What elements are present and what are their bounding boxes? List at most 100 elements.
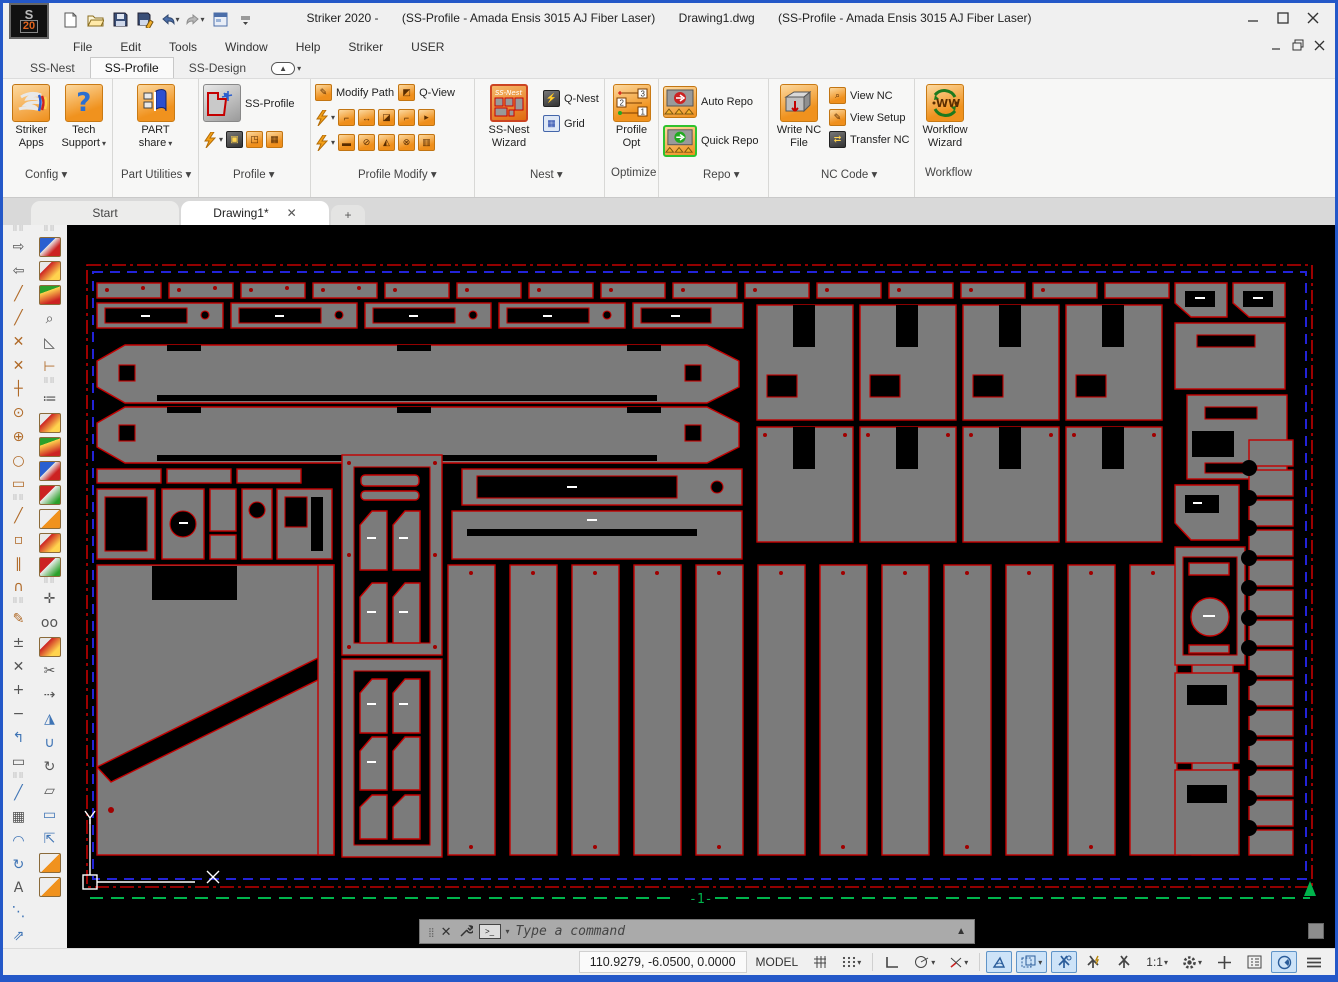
ss-nest-wizard-button[interactable]: SS-Nest SS-Nest Wizard — [479, 84, 539, 179]
undo-caret-icon[interactable]: ▾ — [175, 15, 179, 24]
tool-text-icon[interactable]: A — [7, 877, 31, 901]
drawing-canvas[interactable]: -1- Y X ⣿ ✕ >_ ▾ ▲ — [67, 225, 1335, 948]
tool-box-3d-icon[interactable]: ▱ — [38, 779, 62, 803]
settings-gear-button[interactable]: ▾ — [1177, 951, 1207, 973]
command-bar-grip[interactable]: ⣿ — [428, 928, 435, 936]
mdi-restore-button[interactable] — [1292, 39, 1304, 54]
profile-tool-1-icon[interactable]: ▣ — [226, 131, 243, 148]
tool-trim-scissors-icon[interactable]: ✂ — [38, 659, 62, 683]
tool-circle-center-icon[interactable]: ⊙ — [7, 401, 31, 425]
modify-bolt-2-icon[interactable] — [315, 135, 329, 151]
transfer-nc-button[interactable]: ⇄ Transfer NC — [829, 131, 910, 148]
redo-caret-icon[interactable]: ▾ — [200, 15, 204, 24]
tool-pencil-yellow-icon[interactable] — [39, 637, 61, 657]
save-as-button[interactable] — [134, 10, 156, 30]
striker-toolbar-grip-2[interactable]: ⠿⠿ — [43, 379, 55, 387]
tab-ss-profile[interactable]: SS-Profile — [90, 57, 174, 78]
tool-square-icon[interactable]: ▫ — [7, 528, 31, 552]
tab-close-icon[interactable]: ✕ — [287, 206, 297, 220]
recent-commands-caret-icon[interactable]: ▾ — [506, 927, 510, 936]
customize-qat-button[interactable] — [234, 10, 256, 30]
toolbar-grip-handle-3[interactable]: ⠿⠿ — [12, 599, 24, 607]
tab-start[interactable]: Start — [31, 201, 179, 225]
grid-button[interactable]: ▦ Grid — [543, 115, 599, 132]
graphics-performance-button[interactable] — [1271, 951, 1297, 973]
tool-sketch-icon[interactable]: ✎ — [7, 607, 31, 631]
tool-rotate-ccw-icon[interactable]: ↻ — [38, 755, 62, 779]
modify-tool-6-icon[interactable]: ▬ — [338, 134, 355, 151]
snap-caret-icon[interactable]: ▾ — [857, 958, 861, 967]
undo-button[interactable]: ▾ — [159, 10, 181, 30]
modify-tool-3-icon[interactable]: ◪ — [378, 109, 395, 126]
crosshair-button[interactable] — [1211, 951, 1237, 973]
menu-user[interactable]: USER — [397, 38, 458, 56]
modify-tool-7-icon[interactable]: ⊘ — [358, 134, 375, 151]
tech-support-button[interactable]: ? Tech Support ▾ — [60, 84, 109, 179]
tool-extend-icon[interactable]: ⇢ — [38, 683, 62, 707]
grid-display-button[interactable] — [807, 951, 833, 973]
striker-apps-button[interactable]: Striker Apps — [7, 84, 56, 179]
auto-repo-button[interactable]: Auto Repo — [663, 86, 758, 118]
tool-rectangle-icon[interactable]: ▭ — [7, 473, 31, 497]
modify-tool-10-icon[interactable]: ▥ — [418, 134, 435, 151]
maximize-button[interactable] — [1275, 12, 1291, 27]
toolbar-grip-handle-2[interactable]: ⠿⠿ — [12, 496, 24, 504]
settings-caret-icon[interactable]: ▾ — [1198, 958, 1202, 967]
tool-copy-circles-icon[interactable]: oo — [38, 611, 62, 635]
app-logo-icon[interactable]: S 20 — [9, 3, 49, 39]
tool-arc-icon[interactable]: ○ — [7, 449, 31, 473]
workflow-wizard-button[interactable]: WW Workflow Wizard — [919, 84, 971, 179]
menu-tools[interactable]: Tools — [155, 38, 211, 56]
tool-slot-icon[interactable]: ∩ — [7, 576, 31, 600]
toolbar-grip-handle[interactable]: ⠿⠿ — [12, 227, 24, 235]
close-button[interactable] — [1305, 12, 1321, 27]
modify-tool-4-icon[interactable]: ⌐ — [398, 109, 415, 126]
modify-tool-1-icon[interactable]: ⌐ — [338, 109, 355, 126]
osnap-tracking-button[interactable]: ▾ — [944, 951, 973, 973]
menu-help[interactable]: Help — [282, 38, 335, 56]
tool-rotate-icon[interactable]: ↻ — [7, 853, 31, 877]
tool-point-icon[interactable]: ┼ — [7, 378, 31, 402]
tool-redo-arrow-icon[interactable]: ⇨ — [7, 235, 31, 259]
menu-file[interactable]: File — [59, 38, 106, 56]
palette-list-button[interactable] — [1241, 951, 1267, 973]
tool-part-orange-2-icon[interactable] — [39, 877, 61, 897]
tool-magnet-icon[interactable]: ∪ — [38, 731, 62, 755]
tool-view-3d-icon[interactable] — [39, 237, 61, 257]
mdi-close-button[interactable] — [1314, 40, 1325, 54]
ortho-mode-button[interactable] — [879, 951, 905, 973]
tool-zoom-object-icon[interactable]: ⌕ — [38, 307, 62, 331]
modify-bolt-2-caret-icon[interactable]: ▾ — [331, 138, 335, 147]
recent-commands-icon[interactable]: >_ — [479, 924, 501, 939]
minimize-button[interactable] — [1245, 12, 1261, 27]
profile-opt-button[interactable]: 321 Profile Opt — [609, 84, 654, 179]
menu-edit[interactable]: Edit — [106, 38, 155, 56]
striker-toolbar-grip[interactable]: ⠿⠿ — [43, 227, 55, 235]
tool-break-point-icon[interactable]: ✕ — [7, 354, 31, 378]
tool-point-array-icon[interactable]: ⋱ — [7, 900, 31, 924]
tool-ruler-icon[interactable]: ⊢ — [38, 355, 62, 379]
profile-tool-3-icon[interactable]: ▦ — [266, 131, 283, 148]
tool-mirror-icon[interactable]: ◮ — [38, 707, 62, 731]
view-nc-button[interactable]: ⌕ View NC — [829, 87, 910, 104]
tool-line-icon[interactable]: ╱ — [7, 282, 31, 306]
tool-rect-blue-icon[interactable]: ▭ — [38, 803, 62, 827]
model-space-button[interactable]: MODEL — [751, 951, 804, 973]
modify-path-label[interactable]: Modify Path — [336, 87, 394, 99]
command-line-bar[interactable]: ⣿ ✕ >_ ▾ ▲ — [419, 919, 975, 944]
command-history-up-icon[interactable]: ▲ — [956, 926, 966, 937]
profile-tool-2-icon[interactable]: ◳ — [246, 131, 263, 148]
tool-zoom-in-icon[interactable]: + — [7, 679, 31, 703]
tab-ss-nest[interactable]: SS-Nest — [15, 57, 90, 78]
tool-list-settings-icon[interactable]: ≔ — [38, 387, 62, 411]
tool-note-icon[interactable] — [39, 533, 61, 553]
tool-zoom-rect-icon[interactable]: ▭ — [7, 750, 31, 774]
tool-offset-icon[interactable]: ∥ — [7, 552, 31, 576]
view-setup-button[interactable]: ✎ View Setup — [829, 109, 910, 126]
ss-profile-icon[interactable] — [203, 84, 241, 122]
selection-cycling-button[interactable]: ▾ — [1016, 951, 1047, 973]
annotation-scale-caret-icon[interactable]: ▾ — [1164, 958, 1168, 967]
tool-rect-arrow-icon[interactable]: ⇱ — [38, 827, 62, 851]
profile-bolt-caret-icon[interactable]: ▾ — [219, 135, 223, 144]
tool-measure-icon[interactable]: ⇗ — [7, 924, 31, 948]
